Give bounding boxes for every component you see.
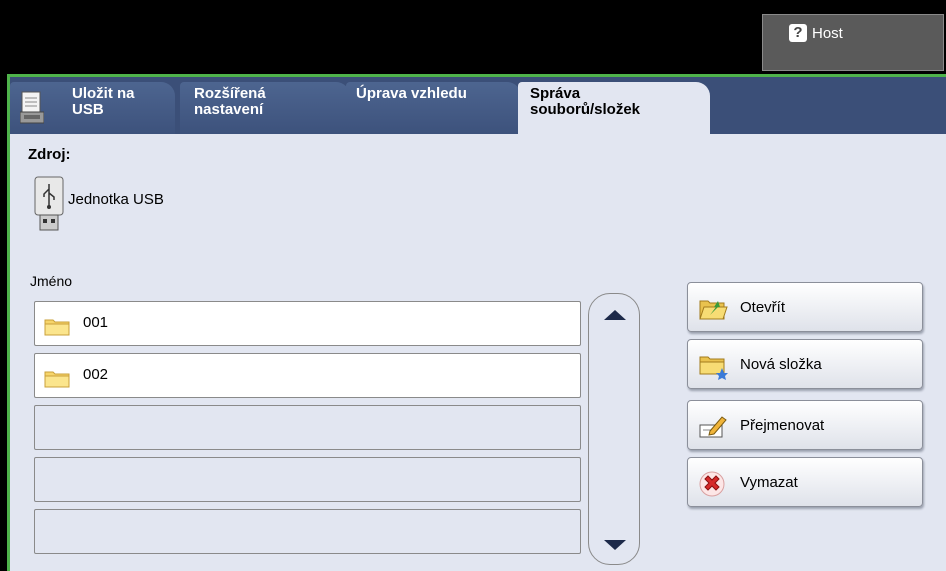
new-folder-label: Nová složka	[740, 356, 822, 373]
tab-label: Uložit na USB	[72, 85, 135, 118]
list-item-label: 001	[83, 314, 109, 331]
new-folder-icon	[699, 356, 728, 380]
scroll-down-button[interactable]	[589, 524, 639, 564]
tab-label: Úprava vzhledu	[356, 85, 467, 102]
scroll-up-button[interactable]	[589, 294, 639, 334]
tab-layout-adjustment[interactable]: Úprava vzhledu	[346, 82, 521, 134]
arrow-down-icon	[604, 540, 626, 550]
list-item-label: 002	[83, 366, 109, 383]
tab-save-to-usb[interactable]: Uložit na USB	[10, 82, 175, 134]
scrollbar[interactable]	[588, 293, 640, 565]
list-item[interactable]: 001	[34, 301, 581, 346]
main-panel: Zdroj: Jednotka USB Jméno 001 002 Otevří…	[10, 134, 946, 571]
usb-drive-label: Jednotka USB	[68, 191, 164, 208]
tab-label: Správa souborů/složek	[530, 85, 641, 118]
usb-drive-icon	[34, 176, 64, 231]
open-label: Otevřít	[740, 299, 786, 316]
list-item-empty[interactable]	[34, 457, 581, 502]
new-folder-button[interactable]: Nová složka	[687, 339, 923, 389]
open-button[interactable]: Otevřít	[687, 282, 923, 332]
folder-icon	[44, 371, 70, 388]
scanner-document-icon	[20, 91, 44, 124]
rename-label: Přejmenovat	[740, 417, 825, 434]
screen: ? Host Uložit na USB Rozšířená nastavení…	[0, 0, 946, 571]
host-button[interactable]: ? Host	[762, 14, 944, 71]
help-icon: ?	[789, 24, 807, 42]
file-list: 001 002	[28, 293, 642, 567]
delete-button[interactable]: Vymazat	[687, 457, 923, 507]
tab-bar: Uložit na USB Rozšířená nastavení Úprava…	[10, 77, 946, 134]
open-folder-icon	[699, 300, 728, 320]
list-item-empty[interactable]	[34, 405, 581, 450]
delete-x-icon	[699, 471, 725, 497]
folder-icon	[44, 319, 70, 336]
delete-label: Vymazat	[740, 474, 798, 491]
list-item[interactable]: 002	[34, 353, 581, 398]
tab-file-folder-management[interactable]: Správa souborů/složek	[518, 82, 710, 134]
arrow-up-icon	[604, 310, 626, 320]
tab-advanced-settings[interactable]: Rozšířená nastavení	[180, 82, 350, 134]
list-item-empty[interactable]	[34, 509, 581, 554]
rename-pencil-icon	[699, 416, 727, 438]
tab-label: Rozšířená nastavení	[194, 85, 266, 118]
source-heading: Zdroj:	[28, 146, 71, 163]
rename-button[interactable]: Přejmenovat	[687, 400, 923, 450]
name-column-header: Jméno	[30, 273, 73, 289]
host-label: Host	[812, 25, 843, 42]
